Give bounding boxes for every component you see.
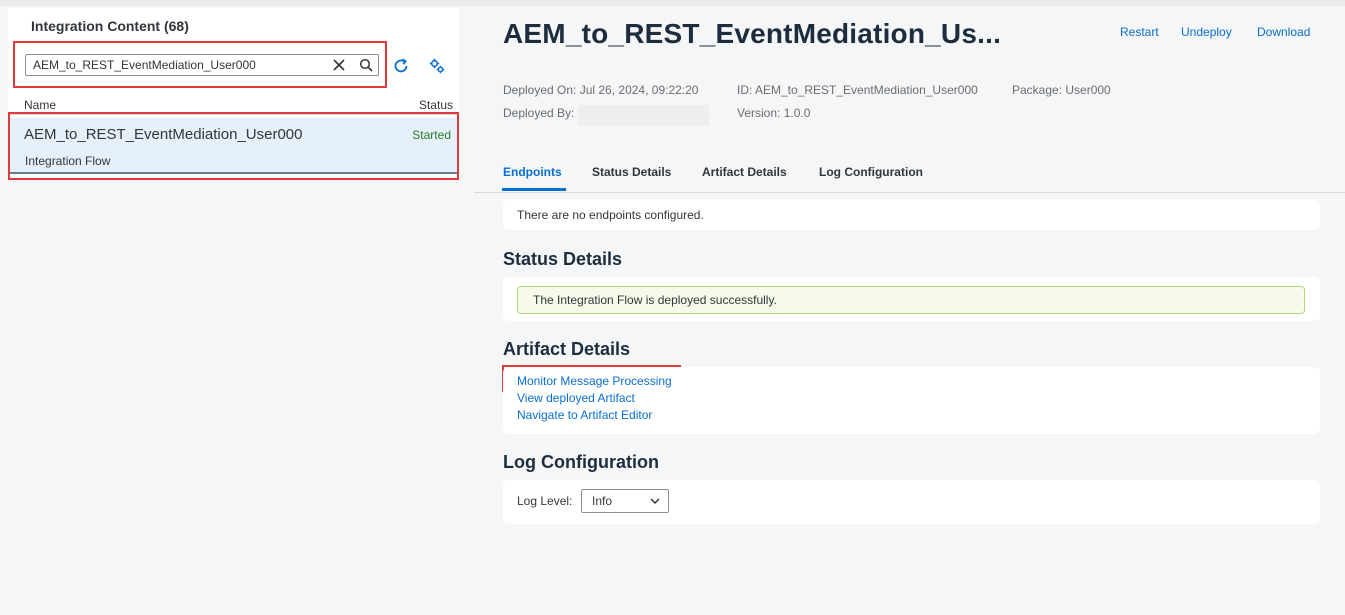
column-name: Name (24, 98, 57, 112)
close-icon[interactable] (332, 58, 346, 72)
artifact-id: ID: AEM_to_REST_EventMediation_User000 (737, 83, 978, 97)
tab-artifact-details[interactable]: Artifact Details (702, 165, 787, 179)
undeploy-button[interactable]: Undeploy (1181, 25, 1232, 39)
artifact-details-card: Monitor Message Processing View deployed… (503, 367, 1320, 434)
list-item-type: Integration Flow (25, 154, 111, 168)
monitor-message-processing-link[interactable]: Monitor Message Processing (517, 374, 672, 388)
redacted-user (578, 105, 709, 126)
top-strip (0, 0, 1345, 6)
settings-icon[interactable] (428, 57, 446, 75)
integration-content-panel: Integration Content (68) Name Status AEM… (8, 8, 459, 178)
success-message-strip: The Integration Flow is deployed success… (517, 286, 1305, 314)
package: Package: User000 (1012, 83, 1111, 97)
log-level-label: Log Level: (517, 494, 573, 508)
log-configuration-card: Log Level: Info (503, 480, 1320, 524)
search-input[interactable] (33, 56, 323, 74)
list-item-name: AEM_to_REST_EventMediation_User000 (24, 126, 303, 143)
page-title: AEM_to_REST_EventMediation_Us... (503, 18, 1002, 49)
restart-button[interactable]: Restart (1120, 25, 1159, 39)
artifact-details-title: Artifact Details (503, 339, 631, 359)
success-message: The Integration Flow is deployed success… (533, 293, 777, 307)
deployed-by: Deployed By: (503, 106, 575, 120)
status-details-card: The Integration Flow is deployed success… (503, 277, 1320, 321)
log-level-value: Info (592, 494, 613, 508)
tab-endpoints[interactable]: Endpoints (503, 165, 562, 179)
tab-status-details[interactable]: Status Details (592, 165, 671, 179)
refresh-icon[interactable] (392, 57, 410, 75)
list-item[interactable]: AEM_to_REST_EventMediation_User000 Integ… (10, 118, 457, 174)
endpoints-message: There are no endpoints configured. (517, 208, 704, 222)
view-deployed-artifact-link[interactable]: View deployed Artifact (517, 391, 635, 405)
deployed-on: Deployed On: Jul 26, 2024, 09:22:20 (503, 83, 699, 97)
search-field[interactable] (25, 54, 379, 76)
chevron-down-icon (650, 498, 660, 505)
column-status: Status (418, 98, 453, 112)
version: Version: 1.0.0 (737, 106, 811, 120)
log-level-select[interactable]: Info (581, 489, 669, 513)
download-button[interactable]: Download (1257, 25, 1310, 39)
panel-title: Integration Content (68) (31, 18, 189, 34)
search-icon[interactable] (359, 58, 373, 72)
status-text: Started (412, 128, 451, 142)
table-header: Name Status (8, 96, 459, 115)
status-details-title: Status Details (503, 249, 623, 269)
navigate-to-artifact-editor-link[interactable]: Navigate to Artifact Editor (517, 408, 652, 422)
log-configuration-title: Log Configuration (503, 452, 659, 472)
tab-log-configuration[interactable]: Log Configuration (819, 165, 923, 179)
active-tab-indicator (502, 188, 566, 191)
tab-bar: Endpoints Status Details Artifact Detail… (474, 150, 1345, 193)
endpoints-card: There are no endpoints configured. (503, 200, 1320, 230)
